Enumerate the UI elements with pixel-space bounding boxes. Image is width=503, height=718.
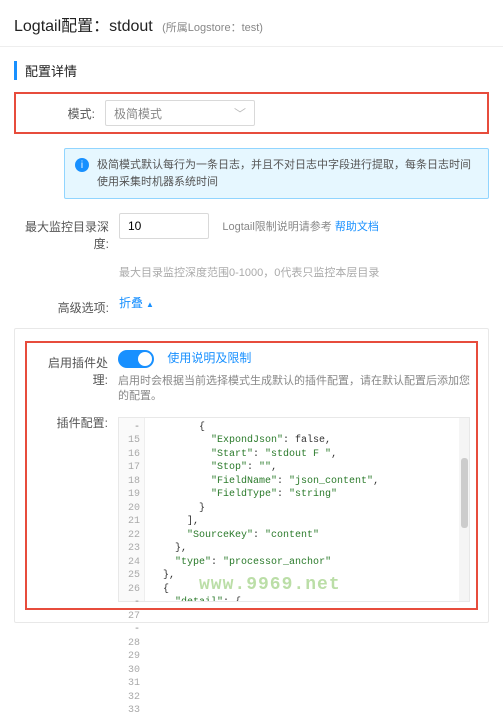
mode-value: 极简模式 [114,105,162,122]
code-gutter: - 15 16 17 18 19 20 21 22 23 24 25 26 - … [119,418,145,601]
mode-label: 模式: [20,100,105,122]
depth-label: 最大监控目录深度: [14,213,119,252]
mode-select[interactable]: 极简模式 ﹀ [105,100,255,126]
help-link[interactable]: 帮助文档 [335,221,379,233]
chevron-down-icon: ﹀ [234,105,246,122]
code-content[interactable]: { "ExpondJson": false, "Start": "stdout … [145,418,459,601]
code-editor[interactable]: - 15 16 17 18 19 20 21 22 23 24 25 26 - … [118,417,470,602]
advanced-panel: 启用插件处理: 使用说明及限制 启用时会根据当前选择模式生成默认的插件配置，请在… [14,328,489,623]
plugin-help-link[interactable]: 使用说明及限制 [167,351,251,365]
advanced-row: 高级选项: 折叠▲ [14,294,489,316]
plugin-desc: 启用时会根据当前选择模式生成默认的插件配置，请在默认配置后添加您的配置。 [118,374,470,405]
page-header: Logtail配置：stdout (所属Logstore：test) [0,0,503,47]
info-icon: i [75,158,89,172]
page-subtitle: (所属Logstore：test) [162,22,263,34]
depth-row: 最大监控目录深度: Logtail限制说明请参考 帮助文档 [14,213,489,252]
advanced-label: 高级选项: [14,294,119,316]
depth-hint: Logtail限制说明请参考 帮助文档 [222,221,378,233]
plugin-toggle-row: 启用插件处理: 使用说明及限制 启用时会根据当前选择模式生成默认的插件配置，请在… [33,349,470,405]
depth-input[interactable] [119,213,209,239]
depth-sub-hint: 最大目录监控深度范围0-1000，0代表只监控本层目录 [119,264,489,280]
scroll-thumb[interactable] [461,458,468,528]
page-title: Logtail配置：stdout [14,18,153,35]
config-content: 模式: 极简模式 ﹀ i 极简模式默认每行为一条日志，并且不对日志中字段进行提取… [0,92,503,637]
plugin-highlight: 启用插件处理: 使用说明及限制 启用时会根据当前选择模式生成默认的插件配置，请在… [25,341,478,610]
info-alert: i 极简模式默认每行为一条日志，并且不对日志中字段进行提取，每条日志时间使用采集… [64,148,489,199]
triangle-up-icon: ▲ [146,300,154,309]
alert-text: 极简模式默认每行为一条日志，并且不对日志中字段进行提取，每条日志时间使用采集时机… [97,157,478,190]
plugin-label: 启用插件处理: [33,349,118,388]
code-label: 插件配置: [33,409,118,431]
section-title: 配置详情 [14,61,503,80]
scrollbar[interactable] [459,418,469,601]
plugin-toggle[interactable] [118,350,154,368]
collapse-toggle[interactable]: 折叠▲ [119,296,154,310]
mode-row: 模式: 极简模式 ﹀ [14,92,489,134]
code-row: 插件配置: - 15 16 17 18 19 20 21 22 23 24 25… [33,409,470,602]
